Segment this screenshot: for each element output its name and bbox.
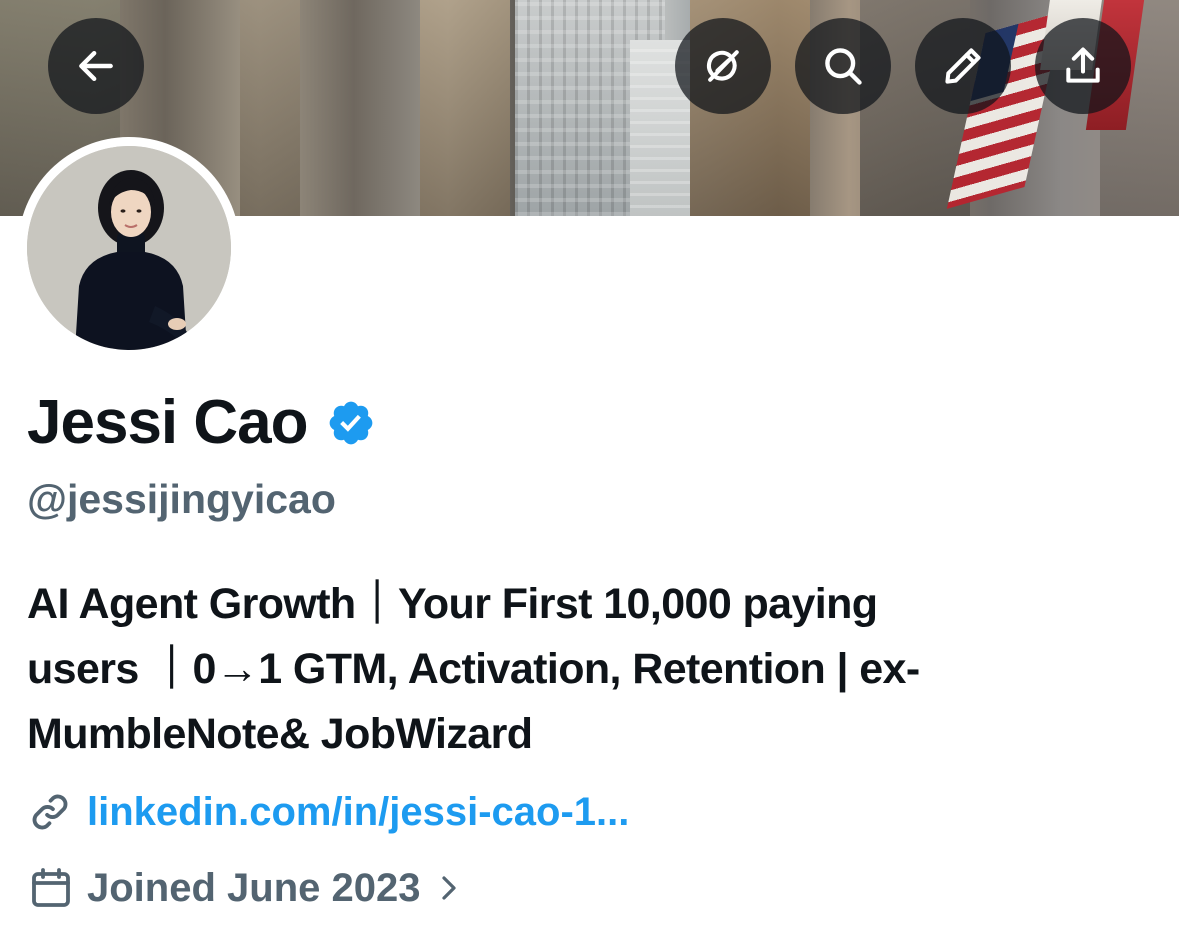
chevron-right-icon [442, 876, 457, 900]
profile-bio: AI Agent Growth｜Your First 10,000 paying… [27, 572, 1137, 767]
banner-building [420, 0, 510, 216]
search-button[interactable] [795, 18, 891, 114]
share-upload-icon [1066, 47, 1100, 83]
profile-website-link[interactable]: linkedin.com/in/jessi-cao-1... [87, 786, 629, 838]
calendar-icon [32, 868, 70, 907]
profile-website-row: linkedin.com/in/jessi-cao-1... [27, 786, 629, 838]
profile-page: Jessi Cao @jessijingyicao AI Agent Growt… [0, 0, 1179, 952]
display-name: Jessi Cao [27, 388, 309, 457]
joined-date-row[interactable]: Joined June 2023 [27, 862, 464, 914]
pencil-icon [945, 48, 981, 84]
verified-badge-icon[interactable] [326, 398, 376, 448]
search-icon [825, 48, 862, 85]
banner-building [240, 0, 300, 216]
avatar[interactable] [18, 137, 240, 359]
back-button[interactable] [48, 18, 144, 114]
edit-button[interactable] [915, 18, 1011, 114]
joined-date-text: Joined June 2023 [87, 866, 421, 910]
profile-name-row: Jessi Cao [27, 388, 376, 458]
grok-button[interactable] [675, 18, 771, 114]
bio-line: MumbleNote& JobWizard [27, 710, 533, 758]
avatar-photo [27, 146, 231, 350]
grok-icon [706, 50, 739, 82]
profile-handle: @jessijingyicao [27, 476, 336, 522]
share-button[interactable] [1035, 18, 1131, 114]
bio-line: AI Agent Growth｜Your First 10,000 paying [27, 580, 878, 628]
arrow-left-icon [79, 50, 113, 82]
avatar-portrait [27, 146, 231, 350]
link-icon [32, 794, 68, 830]
bio-line: users ｜0→1 GTM, Activation, Retention | … [27, 645, 920, 693]
